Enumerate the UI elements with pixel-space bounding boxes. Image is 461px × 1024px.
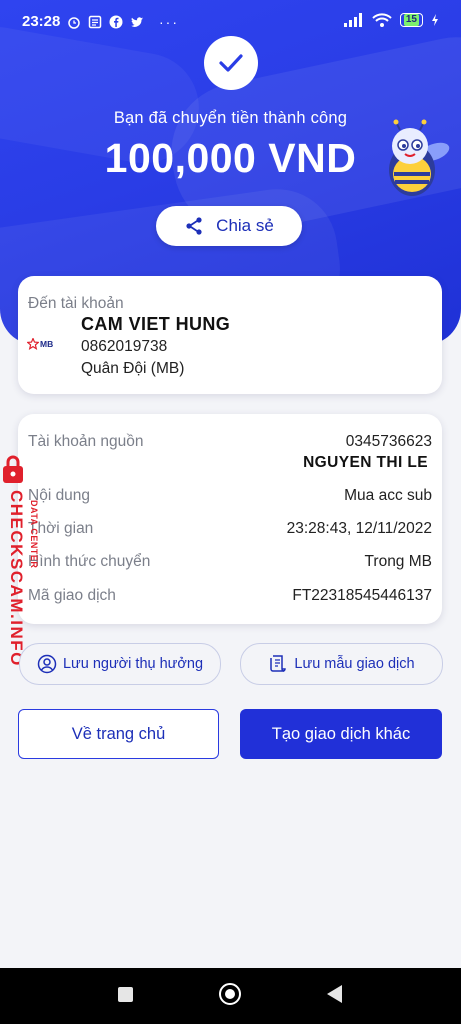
save-template-label: Lưu mẫu giao dịch [294,656,415,672]
lock-icon [3,455,23,483]
transaction-details-card: Tài khoản nguồn 0345736623 NGUYEN THI LE… [18,414,442,624]
alarm-icon [68,17,80,29]
method-value: Trong MB [364,553,432,570]
wifi-icon [372,13,392,27]
twitter-icon [131,17,143,27]
watermark-subtext: DATA CENTER [29,500,39,569]
time-value: 23:28:43, 12/11/2022 [286,520,432,537]
source-account-value: 0345736623 [345,433,432,450]
checkscam-watermark: CHECKSCAM.INFO DATA CENTER [2,454,48,674]
mb-star-icon [27,338,39,350]
new-transaction-label: Tạo giao dịch khác [271,724,411,743]
news-icon [88,15,102,29]
watermark-text: CHECKSCAM.INFO [7,490,26,667]
share-label: Chia sẻ [216,216,274,235]
bank-logo: MB [27,338,53,350]
recipient-bank: Quân Đội (MB) [81,360,185,377]
user-circle-icon [37,654,57,674]
facebook-icon [109,15,123,29]
save-template-button[interactable]: Lưu mẫu giao dịch [240,643,443,685]
destination-label: Đến tài khoản [28,295,124,312]
success-check [204,36,258,90]
notification-icons: ··· [67,14,179,30]
home-button-label: Về trang chủ [71,724,166,743]
battery-indicator: 15 [399,13,423,27]
share-button[interactable]: Chia sẻ [156,206,302,246]
home-nav-dot [225,989,235,999]
save-recipient-button[interactable]: Lưu người thụ hưởng [19,643,221,685]
system-nav-bar [0,968,461,1024]
recent-apps-icon[interactable] [118,987,133,1002]
charging-icon [432,14,438,26]
save-recipient-label: Lưu người thụ hưởng [62,656,204,672]
home-nav-icon[interactable] [219,983,241,1005]
status-right: 15 [343,13,439,27]
recipient-name: CAM VIET HUNG [81,314,231,334]
signal-icon [343,13,362,27]
check-icon [219,54,243,72]
content-value: Mua acc sub [344,487,432,504]
recipient-account: 0862019738 [81,338,168,355]
share-icon [186,217,202,235]
source-account-label: Tài khoản nguồn [28,433,144,450]
destination-card: Đến tài khoản MB CAM VIET HUNG 086201973… [18,276,442,394]
back-icon[interactable] [327,985,342,1003]
transaction-code-value: FT22318545446137 [292,587,432,604]
home-button[interactable]: Về trang chủ [18,709,219,759]
status-time: 23:28 [22,13,61,30]
more-notifications-icon: ··· [159,14,179,30]
source-account-name: NGUYEN THI LE [303,454,428,471]
mascot-bee-icon [389,119,450,196]
new-transaction-button[interactable]: Tạo giao dịch khác [240,709,442,759]
receipt-icon [270,655,287,672]
